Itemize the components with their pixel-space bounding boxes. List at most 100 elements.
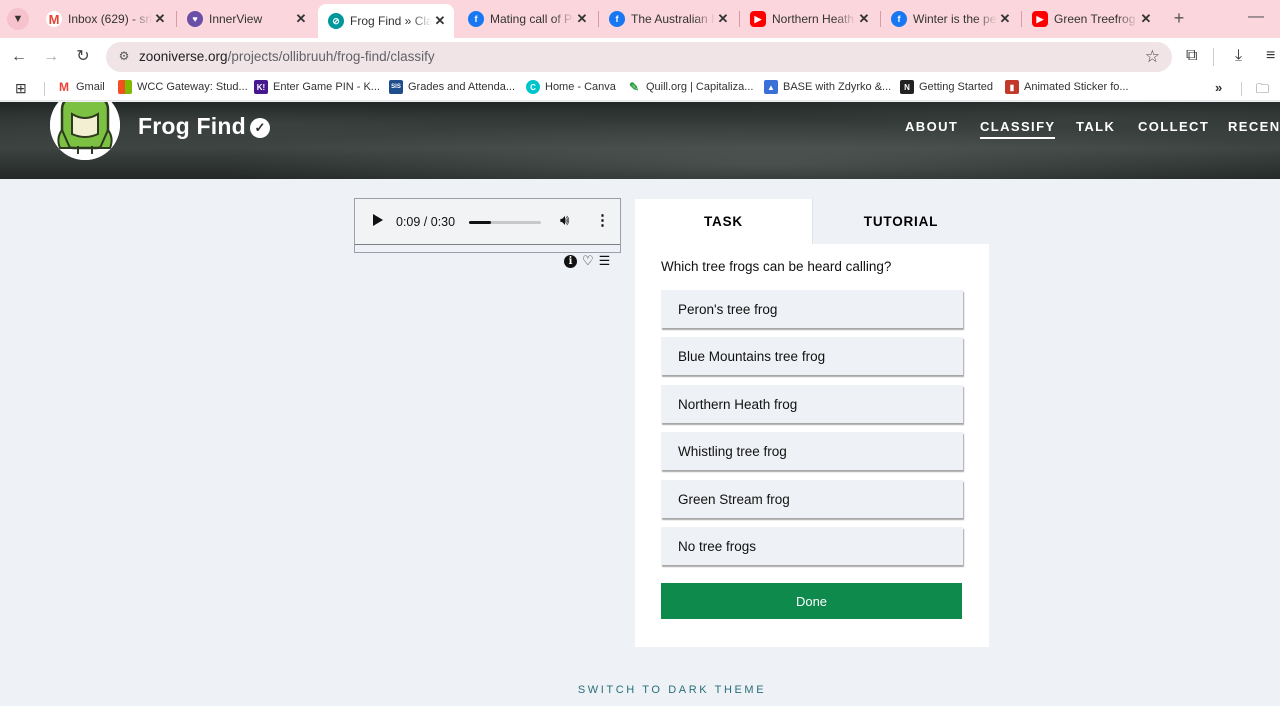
- switch-dark-theme-link[interactable]: SWITCH TO DARK THEME: [0, 684, 1280, 696]
- tab-innerview[interactable]: ♥ InnerView ✕: [177, 5, 315, 33]
- tab-gmail[interactable]: M Inbox (629) - srk ✕: [36, 5, 174, 33]
- tab-title: InnerView: [209, 12, 263, 26]
- tab-tutorial[interactable]: TUTORIAL: [812, 199, 989, 244]
- close-icon[interactable]: ✕: [152, 11, 168, 27]
- bookmark-divider: [44, 82, 45, 96]
- tab-title: Green Treefrog: [1054, 12, 1136, 26]
- folder-icon[interactable]: 🗀: [1256, 80, 1269, 102]
- volume-icon[interactable]: 🔊︎: [560, 212, 569, 229]
- apps-grid-icon[interactable]: ⊞: [15, 80, 27, 97]
- bookmark-divider: [1241, 82, 1242, 96]
- task-panel: TASK TUTORIAL Which tree frogs can be he…: [635, 199, 989, 647]
- collection-list-icon[interactable]: ☰: [599, 253, 611, 269]
- verified-check-icon: ✓: [250, 118, 270, 138]
- tab-youtube-green-treefrog[interactable]: ▶ Green Treefrog ✕: [1022, 5, 1160, 33]
- tab-frog-find[interactable]: ⊘ Frog Find » Class ✕: [318, 4, 454, 38]
- answer-northern-heath-frog[interactable]: Northern Heath frog: [661, 385, 963, 423]
- back-arrow-icon[interactable]: ←: [8, 47, 30, 69]
- audio-seek-slider[interactable]: [469, 221, 541, 224]
- answer-green-stream-frog[interactable]: Green Stream frog: [661, 480, 963, 518]
- nav-talk[interactable]: TALK: [1076, 119, 1115, 134]
- done-button[interactable]: Done: [661, 583, 962, 619]
- bookmark-kahoot[interactable]: K! Enter Game PIN - K...: [254, 80, 380, 94]
- play-icon[interactable]: [373, 214, 383, 226]
- url-bar[interactable]: ⚙ zooniverse.org/projects/ollibruuh/frog…: [106, 42, 1172, 72]
- close-icon[interactable]: ✕: [432, 13, 448, 29]
- url-text[interactable]: zooniverse.org/projects/ollibruuh/frog-f…: [139, 49, 435, 64]
- tab-title: Inbox (629) - srk: [68, 12, 152, 26]
- reload-icon[interactable]: ↻: [72, 47, 94, 69]
- bookmark-canva[interactable]: C Home - Canva: [526, 80, 616, 94]
- close-icon[interactable]: ✕: [997, 11, 1013, 27]
- bookmark-wcc-gateway[interactable]: WCC Gateway: Stud...: [118, 80, 248, 94]
- bookmark-label: WCC Gateway: Stud...: [137, 81, 248, 93]
- close-icon[interactable]: ✕: [1138, 11, 1154, 27]
- tab-title: Frog Find » Class: [350, 14, 432, 28]
- nav-recent[interactable]: RECENT: [1228, 119, 1280, 134]
- canva-icon: C: [526, 80, 540, 94]
- close-icon[interactable]: ✕: [715, 11, 731, 27]
- facebook-icon: f: [891, 11, 907, 27]
- tab-title: The Australian M: [631, 12, 715, 26]
- info-icon[interactable]: i: [564, 254, 577, 268]
- more-options-icon[interactable]: ⋮: [595, 211, 610, 229]
- subject-viewer: 0:09 / 0:30 🔊︎ ⋮: [354, 198, 621, 253]
- bookmark-label: Quill.org | Capitaliza...: [646, 81, 754, 93]
- reading-list-icon[interactable]: ≡: [1266, 47, 1275, 65]
- browser-tab-bar: ▼ M Inbox (629) - srk ✕ ♥ InnerView ✕ ⊘ …: [0, 0, 1280, 38]
- more-bookmarks-chevron-icon[interactable]: »: [1215, 80, 1222, 95]
- bookmark-quill[interactable]: ✎ Quill.org | Capitaliza...: [627, 80, 753, 94]
- task-tabs: TASK TUTORIAL: [635, 199, 989, 244]
- bookmark-label: Enter Game PIN - K...: [273, 81, 380, 93]
- answer-blue-mountains-tree-frog[interactable]: Blue Mountains tree frog: [661, 337, 963, 375]
- bookmark-base[interactable]: ▲ BASE with Zdyrko &...: [764, 80, 891, 94]
- favorite-heart-icon[interactable]: ♡: [582, 253, 594, 269]
- bookmark-gmail[interactable]: M Gmail: [57, 80, 105, 94]
- url-path: /projects/ollibruuh/frog-find/classify: [227, 49, 435, 64]
- extensions-icon[interactable]: ⧉: [1186, 47, 1197, 65]
- tab-task[interactable]: TASK: [635, 199, 812, 244]
- youtube-icon: ▶: [1032, 11, 1048, 27]
- close-icon[interactable]: ✕: [856, 11, 872, 27]
- answer-no-tree-frogs[interactable]: No tree frogs: [661, 527, 963, 565]
- bookmark-label: Home - Canva: [545, 81, 616, 93]
- new-tab-plus-icon[interactable]: +: [1168, 8, 1190, 30]
- toolbar-divider: [1213, 48, 1214, 66]
- nav-about[interactable]: ABOUT: [905, 119, 958, 134]
- bookmark-getting-started[interactable]: N Getting Started: [900, 80, 993, 94]
- tab-facebook-winter[interactable]: f Winter is the pe ✕: [881, 5, 1019, 33]
- kahoot-icon: K!: [254, 80, 268, 94]
- forward-arrow-icon[interactable]: →: [40, 47, 62, 69]
- nav-classify[interactable]: CLASSIFY: [980, 119, 1056, 139]
- close-icon[interactable]: ✕: [293, 11, 309, 27]
- nav-collect[interactable]: COLLECT: [1138, 119, 1209, 134]
- bookmark-grades[interactable]: SIS Grades and Attenda...: [389, 80, 515, 94]
- site-settings-icon[interactable]: ⚙: [116, 49, 132, 65]
- bookmark-star-icon[interactable]: ☆: [1145, 47, 1160, 67]
- browser-toolbar: ← → ↻ ⚙ zooniverse.org/projects/ollibruu…: [0, 38, 1280, 76]
- bookmark-label: Gmail: [76, 81, 105, 93]
- bookmark-animated-sticker[interactable]: ▮ Animated Sticker fo...: [1005, 80, 1129, 94]
- tab-title: Mating call of Pe: [490, 12, 574, 26]
- close-icon[interactable]: ✕: [574, 11, 590, 27]
- bookmarks-bar: ⊞ M Gmail WCC Gateway: Stud... K! Enter Ga…: [0, 76, 1280, 101]
- bookmark-label: Getting Started: [919, 81, 993, 93]
- minimize-icon[interactable]: —: [1248, 8, 1264, 26]
- quill-icon: ✎: [628, 80, 640, 94]
- url-domain: zooniverse.org: [139, 49, 228, 64]
- download-icon[interactable]: ⤓: [1235, 47, 1242, 65]
- project-title[interactable]: Frog Find: [138, 113, 246, 140]
- answer-perons-tree-frog[interactable]: Peron's tree frog: [661, 290, 963, 328]
- youtube-icon: ▶: [750, 11, 766, 27]
- tab-search-chevron-icon[interactable]: ▼: [7, 8, 29, 30]
- tab-youtube-northern-heath[interactable]: ▶ Northern Heath ✕: [740, 5, 878, 33]
- base-icon: ▲: [764, 80, 778, 94]
- tab-facebook-mating-call[interactable]: f Mating call of Pe ✕: [458, 5, 596, 33]
- sticker-icon: ▮: [1005, 80, 1019, 94]
- facebook-icon: f: [468, 11, 484, 27]
- bookmark-label: Grades and Attenda...: [408, 81, 516, 93]
- tab-facebook-australian[interactable]: f The Australian M ✕: [599, 5, 737, 33]
- audio-time: 0:09 / 0:30: [396, 215, 456, 229]
- gmail-icon: M: [57, 80, 71, 94]
- answer-whistling-tree-frog[interactable]: Whistling tree frog: [661, 432, 963, 470]
